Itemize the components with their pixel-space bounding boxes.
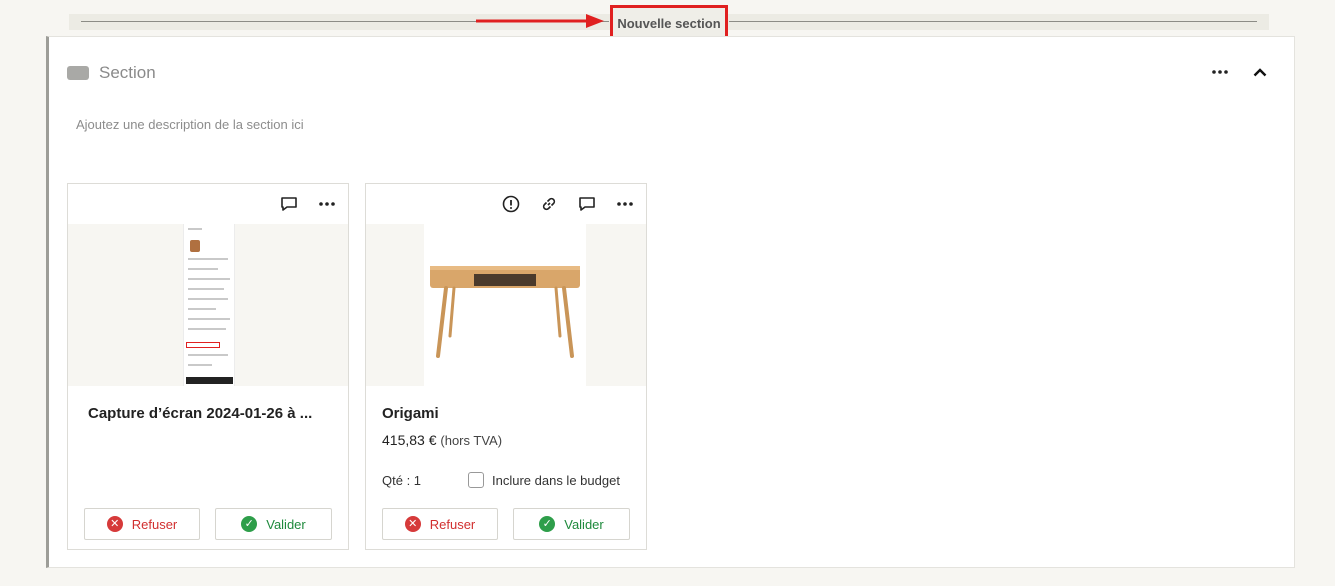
item-price: 415,83 € (hors TVA) xyxy=(382,432,502,448)
card-toolbar xyxy=(500,194,636,214)
check-icon: ✓ xyxy=(241,516,258,532)
link-icon[interactable] xyxy=(538,194,560,214)
section-more-icon[interactable] xyxy=(1209,61,1231,83)
quantity-label: Qté : 1 xyxy=(382,473,422,488)
price-note: (hors TVA) xyxy=(440,433,503,448)
item-title: Capture d’écran 2024-01-26 à ... xyxy=(88,405,313,422)
item-title: Origami xyxy=(382,405,439,422)
item-card-origami: Origami 415,83 € (hors TVA) Qté : 1 Incl… xyxy=(365,183,647,550)
card-toolbar xyxy=(278,194,338,214)
annotation-arrow-icon xyxy=(476,14,604,28)
comment-icon[interactable] xyxy=(278,194,300,214)
section-title[interactable]: Section xyxy=(99,63,156,83)
refuse-label: Refuser xyxy=(429,516,476,532)
item-card-screenshot: Capture d’écran 2024-01-26 à ... ✕ Refus… xyxy=(67,183,349,550)
budget-checkbox[interactable] xyxy=(468,472,484,488)
more-horizontal-icon[interactable] xyxy=(316,194,338,214)
desk-product-image xyxy=(424,224,586,386)
price-value: 415,83 € xyxy=(382,432,437,448)
budget-label: Inclure dans le budget xyxy=(492,472,620,488)
divider-line-right xyxy=(729,21,1257,22)
section-icon xyxy=(67,66,89,80)
more-horizontal-icon[interactable] xyxy=(614,194,636,214)
check-icon: ✓ xyxy=(539,516,556,532)
comment-icon[interactable] xyxy=(576,194,598,214)
chevron-up-icon[interactable] xyxy=(1249,61,1271,83)
section-container: Section Ajoutez une description de la se… xyxy=(46,36,1295,568)
validate-button[interactable]: ✓ Valider xyxy=(513,508,630,540)
info-icon[interactable] xyxy=(500,194,522,214)
refuse-x-icon: ✕ xyxy=(106,516,123,532)
validate-label: Valider xyxy=(564,516,604,532)
validate-button[interactable]: ✓ Valider xyxy=(215,508,332,540)
refuse-button[interactable]: ✕ Refuser xyxy=(84,508,200,540)
refuse-x-icon: ✕ xyxy=(404,516,421,532)
item-thumbnail[interactable] xyxy=(366,224,646,386)
section-description-input[interactable]: Ajoutez une description de la section ic… xyxy=(76,117,304,132)
validate-label: Valider xyxy=(266,516,306,532)
item-thumbnail[interactable] xyxy=(68,224,348,386)
include-budget-toggle[interactable]: Inclure dans le budget xyxy=(468,472,620,488)
refuse-button[interactable]: ✕ Refuser xyxy=(382,508,498,540)
screenshot-thumbnail-image xyxy=(183,224,235,386)
refuse-label: Refuser xyxy=(131,516,178,532)
